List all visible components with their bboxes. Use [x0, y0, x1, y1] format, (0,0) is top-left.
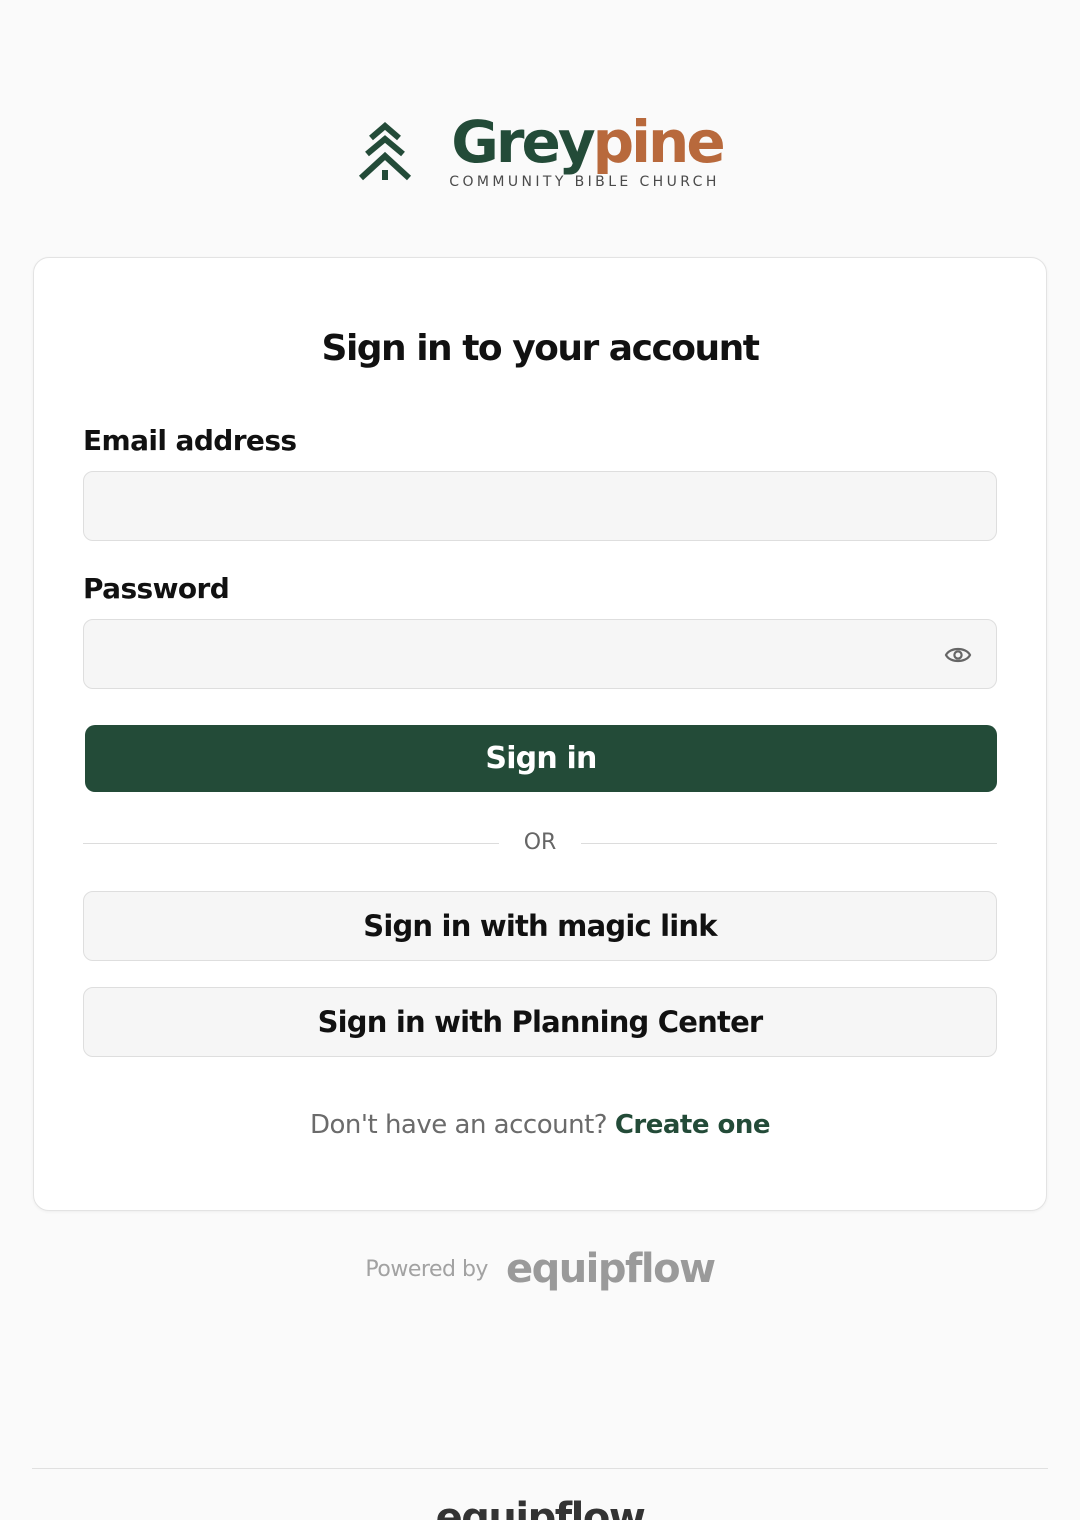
powered-by-label: Powered by — [365, 1256, 488, 1282]
login-page: Greypine COMMUNITY BIBLE CHURCH Sign in … — [0, 0, 1080, 1520]
create-account-link[interactable]: Create one — [615, 1110, 771, 1140]
brand-name: Greypine — [451, 112, 725, 172]
signup-prompt-text: Don't have an account? — [309, 1110, 608, 1140]
pine-tree-icon — [359, 122, 412, 181]
footer-divider — [32, 1468, 1048, 1469]
planning-center-button[interactable]: Sign in with Planning Center — [83, 987, 997, 1057]
password-field-wrapper — [83, 619, 997, 689]
magic-link-button[interactable]: Sign in with magic link — [83, 891, 997, 961]
sign-in-card: Sign in to your account Email address Pa… — [33, 257, 1047, 1211]
brand-subtitle: COMMUNITY BIBLE CHURCH — [449, 174, 720, 190]
powered-by: Powered by equipflow — [0, 1246, 1080, 1292]
brand-name-pine: pine — [592, 108, 726, 176]
brand-logo: Greypine COMMUNITY BIBLE CHURCH — [357, 112, 726, 190]
email-field[interactable] — [84, 472, 996, 540]
eye-icon[interactable] — [944, 642, 972, 668]
brand-header: Greypine COMMUNITY BIBLE CHURCH — [0, 112, 1080, 190]
email-label: Email address — [83, 424, 297, 457]
signup-prompt-row: Don't have an account? Create one — [34, 1110, 1046, 1140]
email-field-wrapper — [83, 471, 997, 541]
password-field[interactable] — [84, 620, 996, 688]
password-label: Password — [83, 572, 230, 605]
page-title: Sign in to your account — [321, 328, 760, 369]
sign-in-button[interactable]: Sign in — [85, 725, 997, 792]
brand-name-grey: Grey — [451, 108, 595, 176]
brand-wordmark: Greypine COMMUNITY BIBLE CHURCH — [449, 112, 725, 190]
divider-line-right — [581, 843, 997, 844]
footer-equipflow-logo: equipflow — [435, 1495, 646, 1520]
or-divider: OR — [83, 828, 997, 858]
equipflow-logo[interactable]: equipflow — [506, 1246, 716, 1292]
